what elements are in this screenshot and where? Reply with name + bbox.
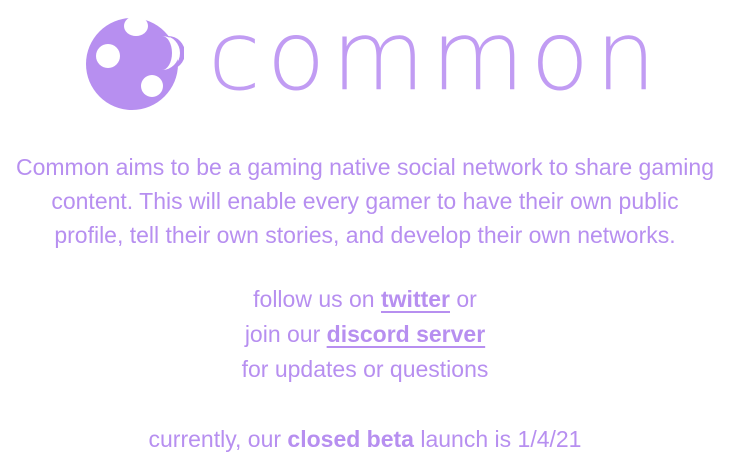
beta-highlight: closed beta [287, 426, 414, 452]
about-text: Common aims to be a gaming native social… [0, 150, 730, 252]
twitter-link[interactable]: twitter [381, 286, 450, 312]
common-logo-icon [86, 16, 184, 110]
twitter-prefix: follow us on [253, 286, 375, 312]
brand-wordmark: common [208, 0, 663, 112]
beta-suffix: launch is 1/4/21 [420, 426, 582, 452]
updates-line: for updates or questions [241, 356, 489, 382]
discord-line: join our discord server [0, 317, 730, 352]
header-logo: common [80, 0, 660, 112]
twitter-suffix: or [456, 286, 477, 312]
about-line: Common aims to be a gaming native social… [15, 154, 714, 180]
discord-prefix: join our [244, 321, 321, 347]
discord-link[interactable]: discord server [327, 321, 486, 347]
about-line: content. This will enable every gamer to… [51, 188, 679, 214]
twitter-line: follow us on twitter or [0, 282, 730, 317]
social-links: follow us on twitter or join our discord… [0, 282, 730, 387]
beta-prefix: currently, our [148, 426, 282, 452]
beta-announcement: currently, our closed beta launch is 1/4… [0, 422, 730, 456]
about-line: profile, tell their own stories, and dev… [54, 222, 676, 248]
